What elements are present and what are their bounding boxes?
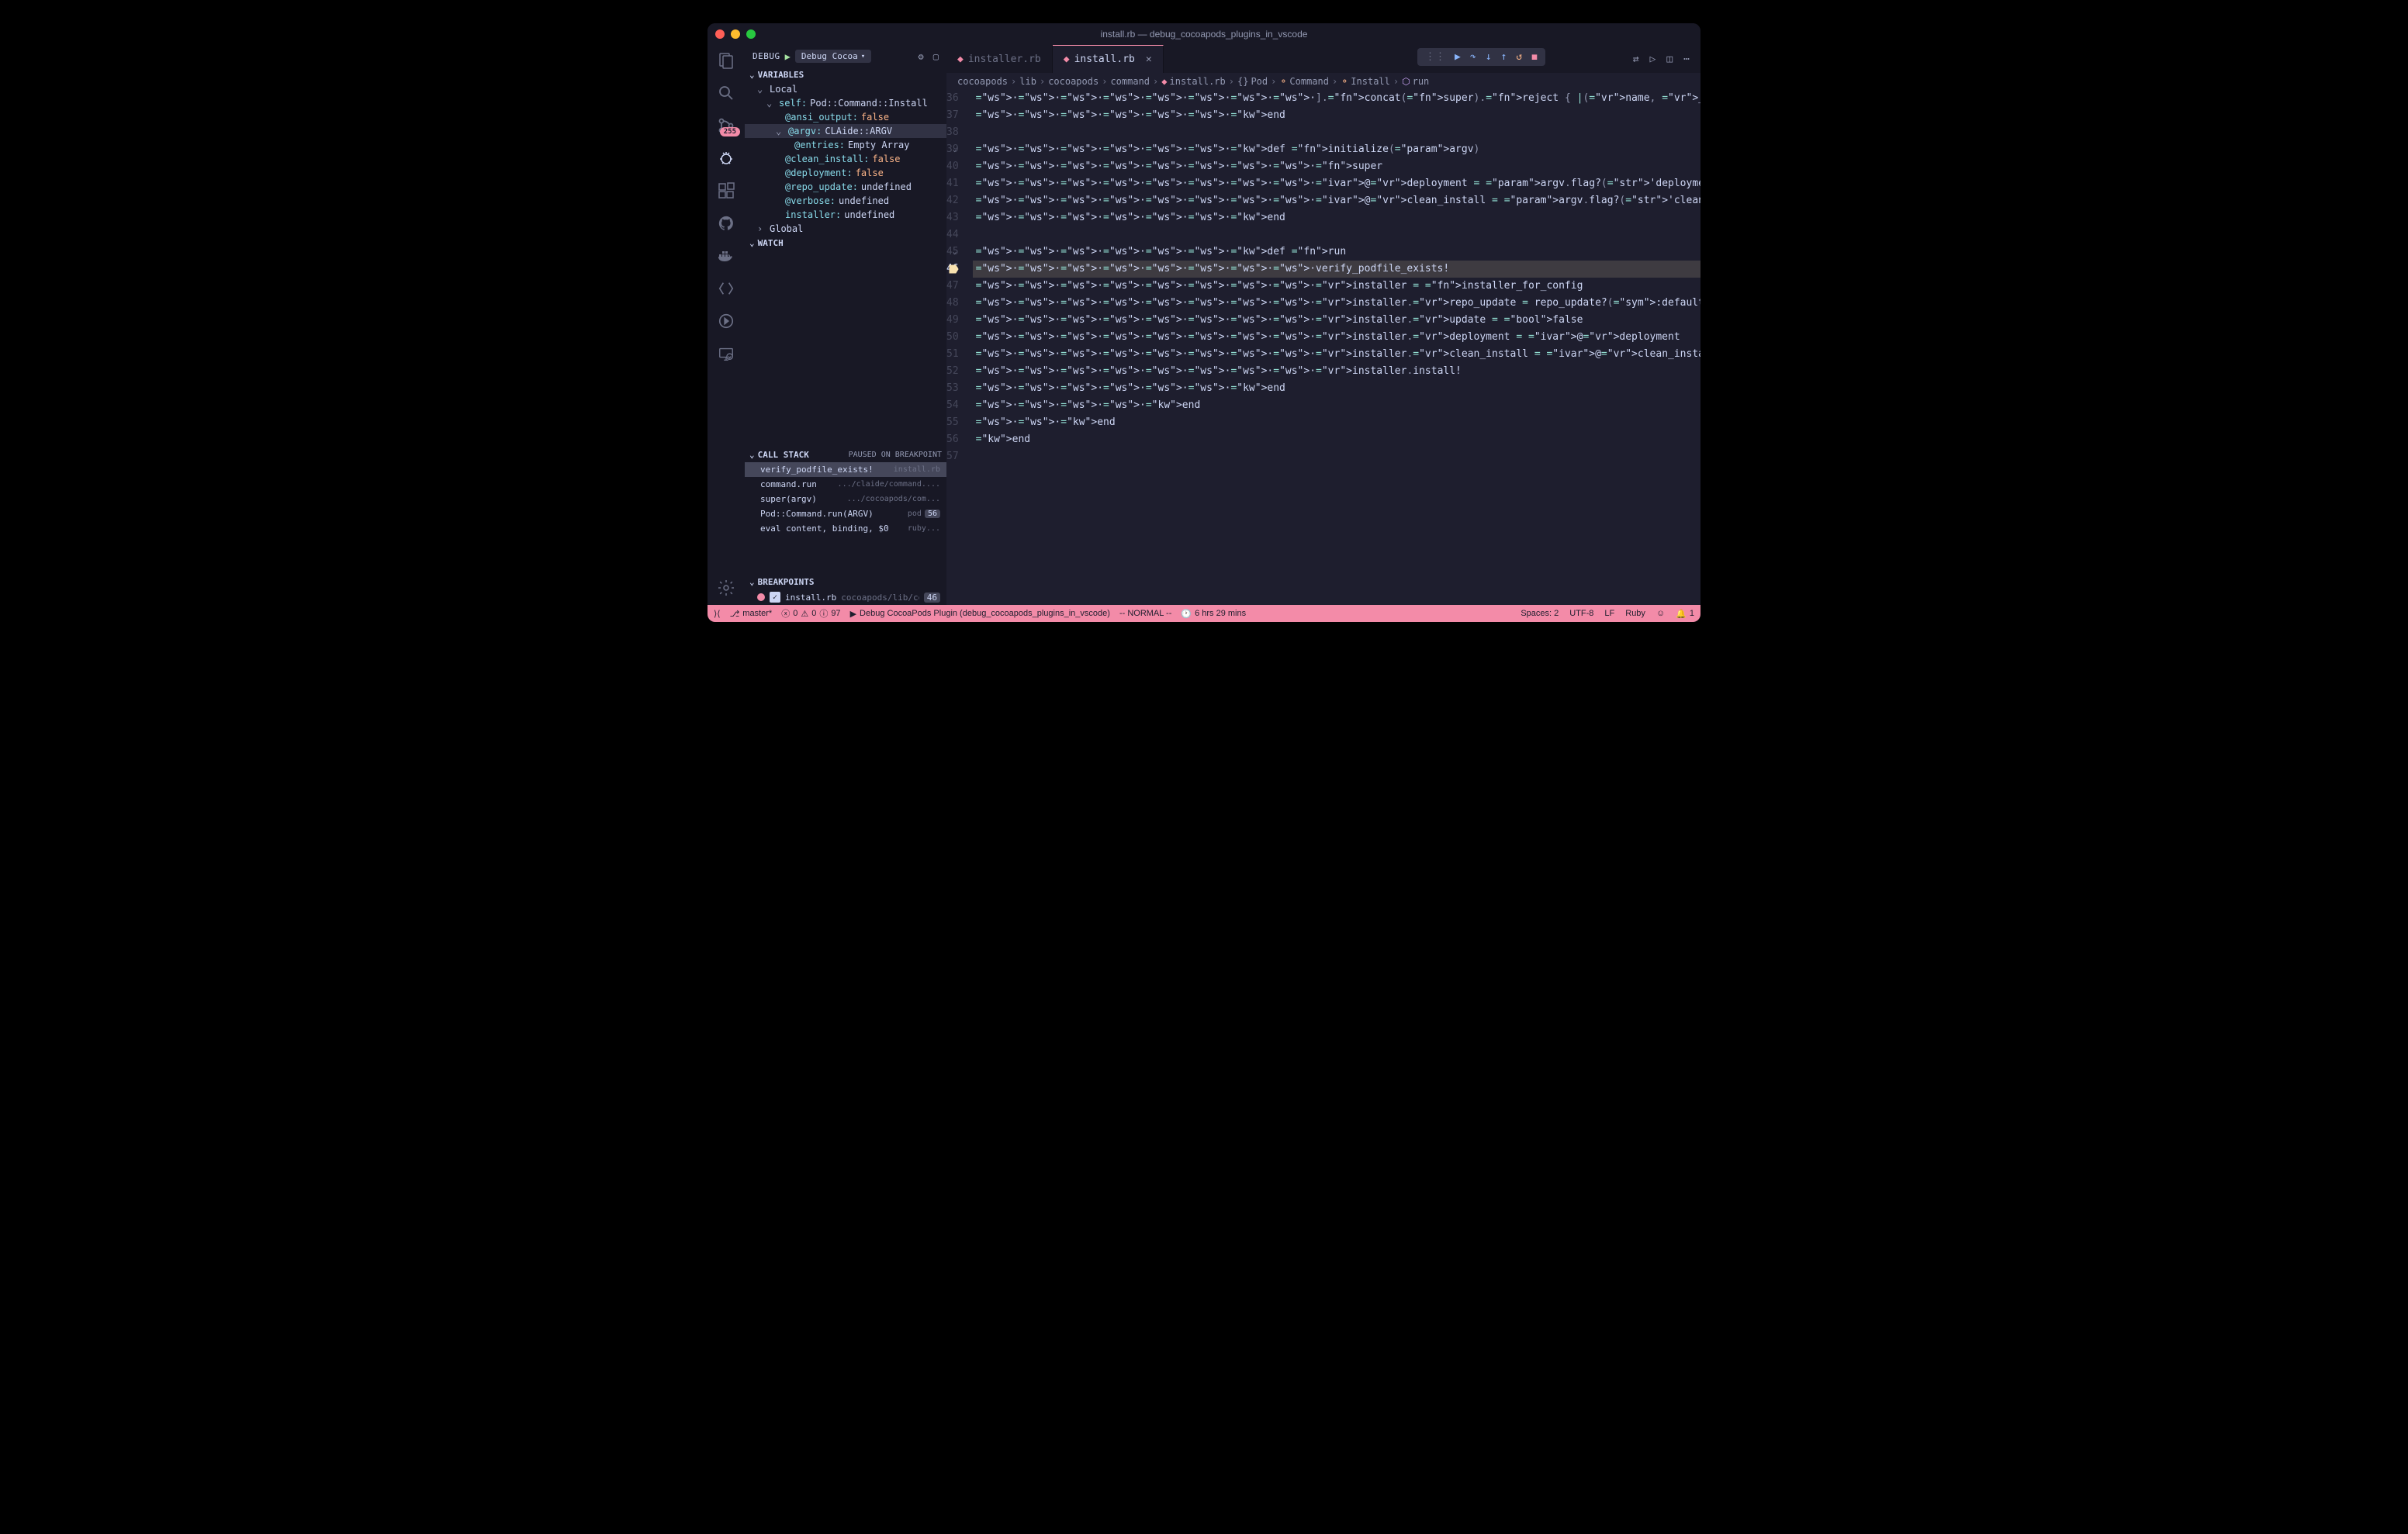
activity-bar: 255 [708,45,745,605]
problems-indicator[interactable]: ⓧ 0 ⚠ 0 ⓘ 97 [781,607,840,620]
var-installer[interactable]: installer: undefined [745,208,946,222]
callstack-frame[interactable]: command.run.../claide/command.... [745,477,946,492]
scope-global[interactable]: ›Global [745,222,946,236]
split-icon[interactable]: ◫ [1666,54,1673,65]
time-tracker[interactable]: 🕐 6 hrs 29 mins [1181,609,1246,619]
remote-indicator[interactable]: ⟩⟨ [714,609,721,619]
ruby-icon: ◆ [1064,54,1070,65]
debug-status[interactable]: ▶ Debug CocoaPods Plugin (debug_cocoapod… [850,609,1110,619]
step-over-icon[interactable]: ↷ [1470,51,1476,63]
debug-config-select[interactable]: Debug Cocoa ▾ [795,50,871,63]
grip-icon[interactable]: ⋮⋮ [1425,51,1445,63]
var-repo[interactable]: @repo_update: undefined [745,180,946,194]
debug-icon[interactable] [717,149,735,168]
scope-local[interactable]: ⌄Local [745,82,946,96]
var-self[interactable]: ⌄self: Pod::Command::Install [745,96,946,110]
debug-sidebar: DEBUG ▶ Debug Cocoa ▾ ⚙ ▢ ⌄VARIABLES ⌄Lo… [745,45,946,605]
search-icon[interactable] [717,84,735,102]
var-verbose[interactable]: @verbose: undefined [745,194,946,208]
notifications-icon[interactable]: 🔔 1 [1676,609,1694,619]
ruby-icon: ◆ [957,54,964,65]
settings-icon[interactable] [717,579,735,597]
code-editor[interactable]: 36373839⌄404142434445⌄464748495051525354… [946,90,1700,605]
compare-icon[interactable]: ⇄ [1633,54,1639,65]
editor-area: ◆installer.rb ◆install.rb✕ ⋮⋮ ▶ ↷ ↓ ↑ ↺ … [946,45,1700,605]
github-icon[interactable] [717,214,735,233]
editor-actions: ⇄ ▷ ◫ ⋯ [1633,45,1700,73]
step-out-icon[interactable]: ↑ [1501,51,1507,63]
workbench: 255 DEBUG ▶ Debug Cocoa ▾ ⚙ ▢ ⌄VARIABLES [708,45,1700,605]
window-title: install.rb — debug_cocoapods_plugins_in_… [1101,29,1308,40]
docker-icon[interactable] [717,247,735,265]
spacer [745,250,946,447]
tab-install[interactable]: ◆install.rb✕ [1053,45,1164,73]
tab-installer[interactable]: ◆installer.rb [946,45,1053,73]
stop-icon[interactable]: ◼ [1531,51,1538,63]
breakpoints-header[interactable]: ⌄BREAKPOINTS [745,575,946,589]
source-control-icon[interactable]: 255 [717,116,735,135]
debug-toolbar[interactable]: ⋮⋮ ▶ ↷ ↓ ↑ ↺ ◼ [1417,48,1545,66]
tab-bar: ◆installer.rb ◆install.rb✕ ⋮⋮ ▶ ↷ ↓ ↑ ↺ … [946,45,1700,73]
callstack-section: ⌄CALL STACKPAUSED ON BREAKPOINT verify_p… [745,447,946,536]
indentation[interactable]: Spaces: 2 [1521,609,1559,619]
live-share-icon[interactable] [717,312,735,330]
restart-icon[interactable]: ↺ [1516,51,1522,63]
line-gutter: 36373839⌄404142434445⌄464748495051525354… [946,90,973,605]
callstack-frame[interactable]: super(argv).../cocoapods/com... [745,492,946,506]
watch-section: ⌄WATCH [745,236,946,250]
start-debug-icon[interactable]: ▶ [785,51,791,62]
remote-icon[interactable] [717,344,735,363]
run-icon[interactable]: ▷ [1650,54,1656,65]
continue-icon[interactable]: ▶ [1455,51,1461,63]
explorer-icon[interactable] [717,51,735,70]
callstack-frame[interactable]: verify_podfile_exists!install.rb [745,462,946,477]
var-deploy[interactable]: @deployment: false [745,166,946,180]
maximize-window[interactable] [746,29,756,39]
gitlens-icon[interactable] [717,279,735,298]
encoding[interactable]: UTF-8 [1569,609,1593,619]
var-argv[interactable]: ⌄@argv: CLAide::ARGV [745,124,946,138]
ruby-icon: ◆ [1161,76,1167,87]
branch-indicator[interactable]: ⎇ master* [730,609,773,619]
variables-header[interactable]: ⌄VARIABLES [745,67,946,82]
watch-header[interactable]: ⌄WATCH [745,236,946,250]
close-tab-icon[interactable]: ✕ [1146,54,1152,65]
breakpoints-section: ⌄BREAKPOINTS ✓ install.rb cocoapods/lib/… [745,575,946,605]
breakpoint-checkbox[interactable]: ✓ [770,592,780,603]
vim-mode: -- NORMAL -- [1119,609,1171,618]
var-entries[interactable]: @entries: Empty Array [745,138,946,152]
more-icon[interactable]: ⋯ [1683,54,1690,65]
status-bar: ⟩⟨ ⎇ master* ⓧ 0 ⚠ 0 ⓘ 97 ▶ Debug CocoaP… [708,605,1700,622]
callstack-frame[interactable]: Pod::Command.run(ARGV)pod56 [745,506,946,521]
breakpoint-item[interactable]: ✓ install.rb cocoapods/lib/coc... 46 [745,589,946,605]
debug-console-icon[interactable]: ▢ [933,51,939,62]
code-content[interactable]: ="ws">·="ws">·="ws">·="ws">·="ws">·="ws"… [973,90,1700,605]
language-mode[interactable]: Ruby [1625,609,1645,619]
debug-label: DEBUG [752,51,780,61]
variables-section: ⌄VARIABLES ⌄Local ⌄self: Pod::Command::I… [745,67,946,236]
close-window[interactable] [715,29,725,39]
vscode-window: install.rb — debug_cocoapods_plugins_in_… [708,23,1700,622]
extensions-icon[interactable] [717,181,735,200]
titlebar: install.rb — debug_cocoapods_plugins_in_… [708,23,1700,45]
minimize-window[interactable] [731,29,740,39]
var-ansi[interactable]: @ansi_output: false [745,110,946,124]
debug-settings-icon[interactable]: ⚙ [919,51,924,62]
eol[interactable]: LF [1604,609,1614,619]
scm-badge: 255 [720,127,740,136]
feedback-icon[interactable]: ☺ [1656,609,1665,619]
var-clean[interactable]: @clean_install: false [745,152,946,166]
traffic-lights [715,29,756,39]
step-into-icon[interactable]: ↓ [1486,51,1492,63]
callstack-frame[interactable]: eval content, binding, $0ruby... [745,521,946,536]
debug-header: DEBUG ▶ Debug Cocoa ▾ ⚙ ▢ [745,45,946,67]
breakpoint-dot-icon [757,593,765,601]
callstack-header[interactable]: ⌄CALL STACKPAUSED ON BREAKPOINT [745,447,946,462]
breadcrumb[interactable]: cocoapods› lib› cocoapods› command› ◆ in… [946,73,1700,90]
